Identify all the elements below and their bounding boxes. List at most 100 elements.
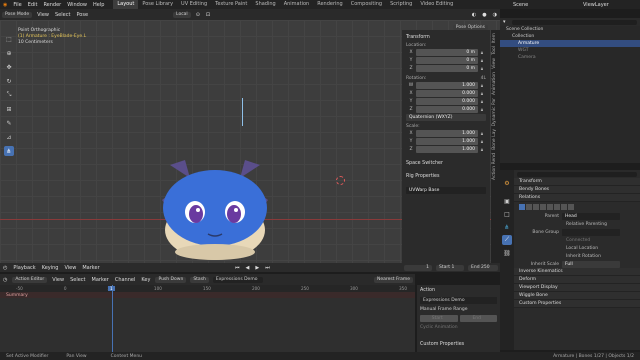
- orientation-selector[interactable]: Local: [173, 11, 191, 18]
- visibility-icon[interactable]: ◐: [469, 12, 479, 18]
- tab-compositing[interactable]: Compositing: [347, 0, 386, 9]
- section-inverse-kinematics[interactable]: Inverse Kinematics: [514, 268, 640, 276]
- rig-properties-header[interactable]: Rig Properties: [406, 174, 486, 179]
- pivot-icon[interactable]: ⊙: [193, 12, 203, 18]
- shading-solid-icon[interactable]: ●: [479, 12, 489, 18]
- tab-shading[interactable]: Shading: [251, 0, 279, 9]
- bone-group-field[interactable]: [562, 228, 620, 236]
- tab-animation[interactable]: Animation: [280, 0, 314, 9]
- scale-z-value[interactable]: 1.000: [416, 146, 478, 153]
- character-model[interactable]: [150, 130, 280, 270]
- render-properties-icon[interactable]: ▣: [502, 196, 512, 206]
- lock-icon[interactable]: 🔒︎: [478, 91, 486, 97]
- menu-file[interactable]: File: [10, 2, 24, 8]
- snap-icon[interactable]: ⊡: [203, 12, 213, 18]
- location-x-value[interactable]: 0 m: [416, 49, 478, 56]
- lock-icon[interactable]: 🔒︎: [478, 50, 486, 56]
- outliner-row-camera[interactable]: Camera: [500, 54, 640, 61]
- armature-properties-icon[interactable]: ⋔: [502, 222, 512, 232]
- tab-texture-paint[interactable]: Texture Paint: [211, 0, 251, 9]
- location-y-field[interactable]: Y0 m 🔒︎: [406, 57, 486, 64]
- menu-view-timeline[interactable]: View: [61, 265, 79, 271]
- parent-field[interactable]: Head: [562, 212, 620, 220]
- tab-scripting[interactable]: Scripting: [386, 0, 416, 9]
- lock-icon[interactable]: 🔒︎: [478, 58, 486, 64]
- bone-properties-icon[interactable]: ⟋: [502, 235, 512, 245]
- scale-z-field[interactable]: Z 1.000 🔒︎: [406, 146, 486, 153]
- shading-material-icon[interactable]: ◑: [490, 12, 500, 18]
- scale-icon[interactable]: ⤡: [4, 90, 14, 100]
- editor-mode-dropdown[interactable]: Action Editor: [12, 276, 48, 283]
- blender-logo-icon[interactable]: ◉: [0, 2, 10, 8]
- section-viewport-display[interactable]: Viewport Display: [514, 284, 640, 292]
- current-frame-field[interactable]: 1: [404, 264, 432, 271]
- lock-icon[interactable]: 🔒︎: [478, 99, 486, 105]
- snap-dropdown[interactable]: Nearest Frame: [374, 276, 413, 283]
- section-custom-properties[interactable]: Custom Properties: [514, 300, 640, 308]
- rotation-w-value[interactable]: 1.000: [416, 82, 478, 89]
- menu-view-dope[interactable]: View: [49, 277, 67, 283]
- tab-bone-lay[interactable]: Bone Lay: [492, 129, 497, 150]
- outliner-row-armature[interactable]: Armature: [500, 40, 640, 47]
- mode-selector[interactable]: Pose Mode: [2, 11, 33, 18]
- transform-header[interactable]: Transform: [406, 35, 486, 40]
- stash-button[interactable]: Stash: [190, 276, 209, 283]
- push-down-button[interactable]: Push Down: [155, 276, 187, 283]
- action-start-field[interactable]: Start: [420, 315, 458, 322]
- inherit-rotation-checkbox[interactable]: Inherit Rotation: [514, 252, 640, 260]
- outliner-row-wgt[interactable]: WGT: [500, 47, 640, 54]
- local-location-checkbox[interactable]: Local Location: [514, 244, 640, 252]
- outliner-search-input[interactable]: [511, 19, 637, 25]
- rotation-x-field[interactable]: X 0.000 🔒︎: [406, 90, 486, 97]
- timeline-editor-icon[interactable]: ◴: [0, 265, 10, 271]
- pose-tool-icon[interactable]: ⋔: [4, 146, 14, 156]
- rotation-w-field[interactable]: W 1.000 🔒︎: [406, 82, 486, 89]
- rotation-z-field[interactable]: Z 0.000 🔒︎: [406, 106, 486, 113]
- menu-edit[interactable]: Edit: [25, 2, 41, 8]
- action-custom-properties-header[interactable]: Custom Properties: [420, 342, 497, 347]
- action-panel-name-field[interactable]: Expressions Demo: [420, 297, 497, 304]
- scale-x-field[interactable]: X 1.000 🔒︎: [406, 130, 486, 137]
- section-relations[interactable]: Relations: [514, 194, 640, 202]
- tool-properties-icon[interactable]: ⚙: [502, 178, 512, 188]
- menu-playback[interactable]: Playback: [10, 265, 38, 271]
- tab-layout[interactable]: Layout: [113, 0, 139, 9]
- space-switcher-header[interactable]: Space Switcher: [406, 161, 486, 166]
- tab-dynamic-par[interactable]: Dynamic Par: [492, 98, 497, 126]
- measure-icon[interactable]: ⊿: [4, 132, 14, 142]
- rotate-icon[interactable]: ↻: [4, 76, 14, 86]
- inherit-scale-dropdown[interactable]: Full: [562, 260, 620, 268]
- summary-channel[interactable]: Summary: [0, 292, 415, 298]
- uvwarp-field[interactable]: UVWarp Base: [406, 187, 486, 194]
- menu-help[interactable]: Help: [90, 2, 107, 8]
- outliner-row-scene-collection[interactable]: Scene Collection: [500, 26, 640, 33]
- play-icon[interactable]: ▶: [252, 265, 262, 271]
- outliner-filter-icon[interactable]: ▾: [500, 19, 509, 25]
- lock-icon[interactable]: 🔒︎: [478, 131, 486, 137]
- move-icon[interactable]: ✥: [4, 62, 14, 72]
- tab-view[interactable]: View: [492, 58, 497, 69]
- rotation-mode-value[interactable]: Quaternion (WXYZ): [406, 114, 486, 121]
- menu-window[interactable]: Window: [64, 2, 90, 8]
- uvwarp-value[interactable]: UVWarp Base: [406, 187, 486, 194]
- lock-icon[interactable]: 🔒︎: [478, 139, 486, 145]
- end-frame-field[interactable]: End 250: [468, 264, 498, 271]
- relative-parenting-checkbox[interactable]: Relative Parenting: [514, 220, 640, 228]
- properties-search-input[interactable]: [517, 171, 637, 177]
- frame-ruler[interactable]: -50 0 50 100 150 200 250 300 350: [0, 285, 415, 292]
- select-icon[interactable]: ⬚: [4, 34, 14, 44]
- playhead[interactable]: [112, 285, 113, 352]
- annotate-icon[interactable]: ✎: [4, 118, 14, 128]
- tab-item[interactable]: Item: [492, 33, 497, 43]
- location-y-value[interactable]: 0 m: [416, 57, 478, 64]
- jump-start-icon[interactable]: ⏮: [232, 265, 243, 271]
- start-frame-field[interactable]: Start 1: [436, 264, 464, 271]
- location-x-field[interactable]: X0 m 🔒︎: [406, 49, 486, 56]
- tab-pose-library[interactable]: Pose Library: [138, 0, 177, 9]
- menu-key[interactable]: Key: [138, 277, 153, 283]
- bone-constraints-icon[interactable]: ⛓: [502, 248, 512, 258]
- object-properties-icon[interactable]: □: [502, 209, 512, 219]
- menu-view[interactable]: View: [34, 12, 52, 18]
- rotation-y-value[interactable]: 0.000: [416, 98, 478, 105]
- menu-channel[interactable]: Channel: [112, 277, 139, 283]
